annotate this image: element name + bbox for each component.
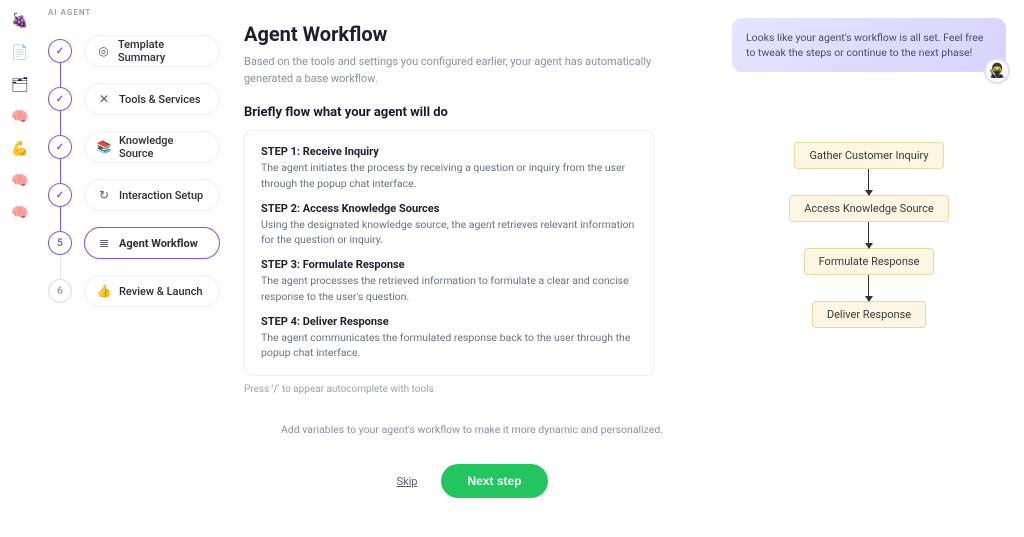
next-step-button[interactable]: Next step: [441, 464, 547, 498]
section-heading: Briefly flow what your agent will do: [244, 105, 700, 120]
step-label: Interaction Setup: [119, 189, 203, 202]
workflow-card[interactable]: STEP 1: Receive Inquiry The agent initia…: [244, 130, 654, 376]
workflow-step-desc: The agent initiates the process by recei…: [261, 160, 637, 192]
model-icon-3[interactable]: 🧠: [11, 204, 29, 222]
sync-icon: ↻: [97, 188, 111, 202]
workflow-step: STEP 4: Deliver Response The agent commu…: [261, 315, 637, 362]
workflow-step-title: STEP 3: Formulate Response: [261, 258, 637, 271]
tools-icon: ✕: [97, 92, 111, 106]
step-template-summary[interactable]: ◎ Template Summary: [40, 27, 220, 75]
step-knowledge-source[interactable]: 📚 Knowledge Source: [40, 123, 220, 171]
workflow-step-title: STEP 1: Receive Inquiry: [261, 145, 637, 158]
step-label: Tools & Services: [119, 93, 201, 106]
section-label: AI AGENT: [48, 8, 220, 17]
step-tools-services[interactable]: ✕ Tools & Services: [40, 75, 220, 123]
step-label: Review & Launch: [119, 285, 203, 298]
footer-actions: Skip Next step: [244, 464, 700, 514]
assistant-message: Looks like your agent's workflow is all …: [732, 18, 1006, 72]
flow-icon: ≣: [97, 236, 111, 250]
stepper-column: AI AGENT ◎ Template Summary ✕ Tools & Se…: [40, 0, 220, 537]
model-icon-2[interactable]: 🧠: [11, 172, 29, 190]
step-label: Template Summary: [118, 38, 207, 64]
workflow-step-desc: Using the designated knowledge source, t…: [261, 217, 637, 249]
step-label: Agent Workflow: [119, 237, 198, 250]
step-badge-done: [48, 87, 72, 111]
workflow-step-title: STEP 2: Access Knowledge Sources: [261, 202, 637, 215]
workflow-step: STEP 3: Formulate Response The agent pro…: [261, 258, 637, 305]
flow-node: Deliver Response: [812, 301, 926, 328]
workflow-step: STEP 1: Receive Inquiry The agent initia…: [261, 145, 637, 192]
page-icon[interactable]: 📄: [11, 44, 29, 62]
skip-link[interactable]: Skip: [397, 475, 418, 488]
flow-arrow-icon: [868, 222, 869, 248]
model-icon-1[interactable]: 🧠: [11, 108, 29, 126]
flow-node: Gather Customer Inquiry: [794, 142, 943, 169]
step-badge-done: [48, 135, 72, 159]
step-badge-current: 5: [48, 231, 72, 255]
step-agent-workflow[interactable]: 5 ≣ Agent Workflow: [40, 219, 220, 267]
flow-arrow-icon: [868, 169, 869, 195]
page-title: Agent Workflow: [244, 22, 700, 46]
step-badge-pending: 6: [48, 279, 72, 303]
variables-note: Add variables to your agent's workflow t…: [281, 423, 663, 436]
thumbs-up-icon: 👍: [97, 284, 111, 298]
folder-add-icon[interactable]: 🗂: [11, 76, 29, 94]
assistant-panel: Looks like your agent's workflow is all …: [724, 0, 1024, 537]
arm-icon[interactable]: 💪: [11, 140, 29, 158]
icon-rail: 🍇 📄 🗂 🧠 💪 🧠 🧠: [0, 0, 40, 537]
workflow-step-desc: The agent communicates the formulated re…: [261, 330, 637, 362]
main-content: Agent Workflow Based on the tools and se…: [220, 0, 724, 537]
flow-arrow-icon: [868, 275, 869, 301]
stepper: ◎ Template Summary ✕ Tools & Services 📚 …: [40, 27, 220, 315]
page-subtitle: Based on the tools and settings you conf…: [244, 54, 664, 87]
step-review-launch[interactable]: 6 👍 Review & Launch: [40, 267, 220, 315]
step-badge-done: [48, 39, 72, 63]
assistant-message-text: Looks like your agent's workflow is all …: [746, 31, 983, 59]
book-icon: 📚: [97, 140, 111, 154]
step-interaction-setup[interactable]: ↻ Interaction Setup: [40, 171, 220, 219]
assistant-avatar-icon: 🥷: [984, 58, 1010, 84]
workflow-step: STEP 2: Access Knowledge Sources Using t…: [261, 202, 637, 249]
autocomplete-hint: Press '/' to appear autocomplete with to…: [244, 384, 700, 395]
flow-node: Access Knowledge Source: [789, 195, 949, 222]
target-icon: ◎: [97, 44, 110, 58]
logo-grape-icon[interactable]: 🍇: [11, 12, 29, 30]
workflow-step-title: STEP 4: Deliver Response: [261, 315, 637, 328]
workflow-step-desc: The agent processes the retrieved inform…: [261, 273, 637, 305]
step-badge-done: [48, 183, 72, 207]
step-label: Knowledge Source: [119, 134, 207, 160]
flow-diagram: Gather Customer Inquiry Access Knowledge…: [789, 142, 949, 328]
flow-node: Formulate Response: [804, 248, 935, 275]
